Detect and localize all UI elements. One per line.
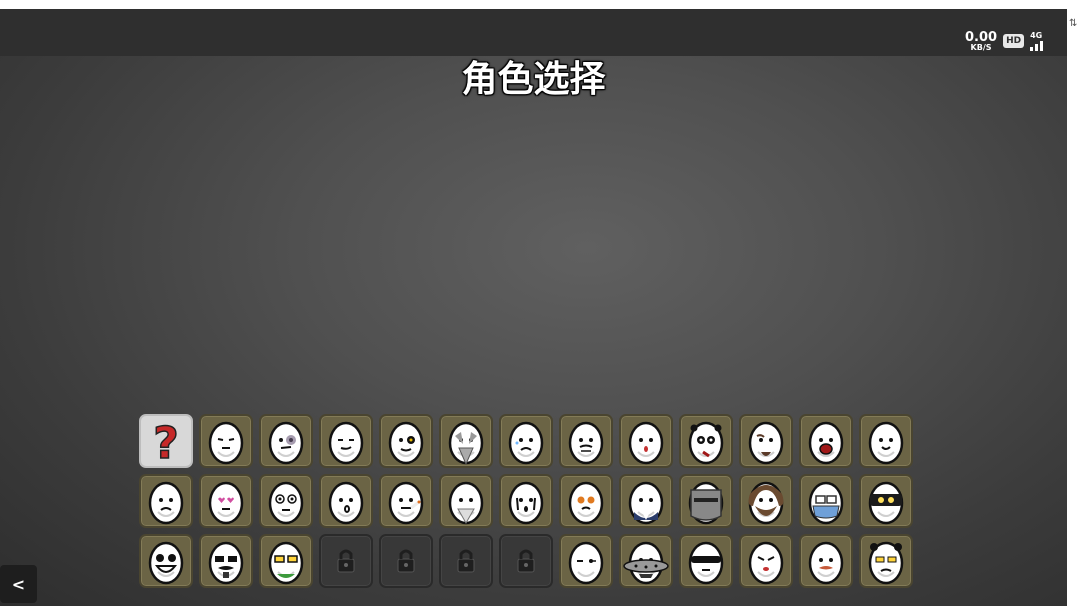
character-slot-sleepy[interactable] xyxy=(559,534,613,588)
page-title: 角色选择 xyxy=(461,59,606,100)
lock-icon xyxy=(397,549,415,573)
egg-screaming-icon xyxy=(808,421,844,465)
network-speed: 0.00 KB/S xyxy=(965,31,997,52)
egg-hairy-beard-icon xyxy=(748,481,784,525)
egg-angry-icon xyxy=(748,541,784,585)
character-slot-locked[interactable] xyxy=(379,534,433,588)
network-type: 4G xyxy=(1030,30,1043,40)
egg-teary-icon xyxy=(508,421,544,465)
character-slot-locked[interactable] xyxy=(439,534,493,588)
lock-icon xyxy=(457,549,475,573)
character-slot-wizard-beard[interactable] xyxy=(439,474,493,528)
character-slot-panda[interactable] xyxy=(679,414,733,468)
character-slot-locked[interactable] xyxy=(499,534,553,588)
back-button[interactable]: < xyxy=(0,565,37,603)
speed-value: 0.00 xyxy=(965,29,998,45)
character-slot-goateed[interactable] xyxy=(739,414,793,468)
character-slot-eyepatch[interactable] xyxy=(379,414,433,468)
question-mark-icon: ? xyxy=(152,417,179,466)
rotate-icon: ⇅ xyxy=(1069,18,1078,29)
character-slot-happy[interactable] xyxy=(859,414,913,468)
character-slot-grumpy[interactable] xyxy=(199,414,253,468)
character-slot-grin-glasses[interactable] xyxy=(139,534,193,588)
character-slot-suit[interactable] xyxy=(619,474,673,528)
egg-wizard-beard-icon xyxy=(448,481,484,525)
character-slot-heart-eyes[interactable] xyxy=(199,474,253,528)
egg-bearded-elder-icon xyxy=(448,421,484,466)
character-slot-bruised[interactable] xyxy=(259,414,313,468)
character-slot-ninja[interactable] xyxy=(859,474,913,528)
egg-smoker-icon xyxy=(388,481,424,525)
character-slot-red-mustache[interactable] xyxy=(799,534,853,588)
egg-heart-eyes-icon xyxy=(208,481,244,525)
character-slot-worried[interactable] xyxy=(139,474,193,528)
egg-ninja-icon xyxy=(868,481,904,525)
character-slot-smoker[interactable] xyxy=(379,474,433,528)
egg-worried-icon xyxy=(148,481,184,525)
character-slot-hairy-beard[interactable] xyxy=(739,474,793,528)
egg-suit-icon xyxy=(628,481,664,525)
character-slot-angry[interactable] xyxy=(739,534,793,588)
egg-panda-frown-icon xyxy=(868,541,904,585)
signal-bars-icon xyxy=(1030,40,1044,51)
character-slot-random[interactable]: ? xyxy=(139,414,193,468)
game-screen: 0.00 KB/S HD 4G 角色选择 ? xyxy=(0,9,1067,606)
egg-happy-icon xyxy=(868,421,904,465)
egg-visor-icon xyxy=(688,541,724,585)
signal-indicator: 4G xyxy=(1030,30,1044,51)
character-slot-orange-goggles[interactable] xyxy=(559,474,613,528)
character-slot-teary[interactable] xyxy=(499,414,553,468)
lock-icon xyxy=(517,549,535,573)
character-slot-panda-frown[interactable] xyxy=(859,534,913,588)
character-slot-knight-helmet[interactable] xyxy=(679,474,733,528)
hd-badge: HD xyxy=(1003,34,1025,48)
top-bar xyxy=(0,9,1067,56)
egg-yellow-glasses-icon xyxy=(268,541,304,585)
character-slot-screaming[interactable] xyxy=(799,414,853,468)
character-slot-smug[interactable] xyxy=(319,414,373,468)
character-slot-shocked[interactable] xyxy=(319,474,373,528)
egg-big-eyes-icon xyxy=(268,481,304,525)
character-slot-sad-mustache[interactable] xyxy=(559,414,613,468)
egg-sleepy-icon xyxy=(568,541,604,585)
character-slot-locked[interactable] xyxy=(319,534,373,588)
egg-surgical-mask-icon xyxy=(808,481,844,525)
egg-shocked-icon xyxy=(328,481,364,525)
egg-red-mustache-icon xyxy=(808,541,844,585)
egg-bruised-icon xyxy=(268,421,304,465)
egg-mustache-shades-icon xyxy=(208,541,244,585)
screen-edge xyxy=(1067,0,1080,606)
character-slot-bearded-elder[interactable] xyxy=(439,414,493,468)
character-slot-yellow-glasses[interactable] xyxy=(259,534,313,588)
egg-crying-icon xyxy=(508,481,544,525)
egg-goateed-icon xyxy=(748,421,784,465)
egg-surprised-icon xyxy=(628,421,664,465)
egg-sad-mustache-icon xyxy=(568,421,604,465)
egg-smug-icon xyxy=(328,421,364,465)
character-slot-ufo[interactable] xyxy=(619,534,673,588)
character-slot-mustache-shades[interactable] xyxy=(199,534,253,588)
egg-eyepatch-icon xyxy=(388,421,424,465)
svg-text:?: ? xyxy=(153,418,179,466)
character-slot-visor[interactable] xyxy=(679,534,733,588)
egg-ufo-icon xyxy=(623,541,669,585)
character-slot-surprised[interactable] xyxy=(619,414,673,468)
character-slot-surgical-mask[interactable] xyxy=(799,474,853,528)
egg-grin-glasses-icon xyxy=(148,541,184,585)
egg-knight-helmet-icon xyxy=(688,481,724,525)
lock-icon xyxy=(337,549,355,573)
character-slot-big-eyes[interactable] xyxy=(259,474,313,528)
egg-panda-icon xyxy=(688,421,724,465)
egg-orange-goggles-icon xyxy=(568,481,604,525)
egg-grumpy-icon xyxy=(208,421,244,465)
character-slot-crying[interactable] xyxy=(499,474,553,528)
